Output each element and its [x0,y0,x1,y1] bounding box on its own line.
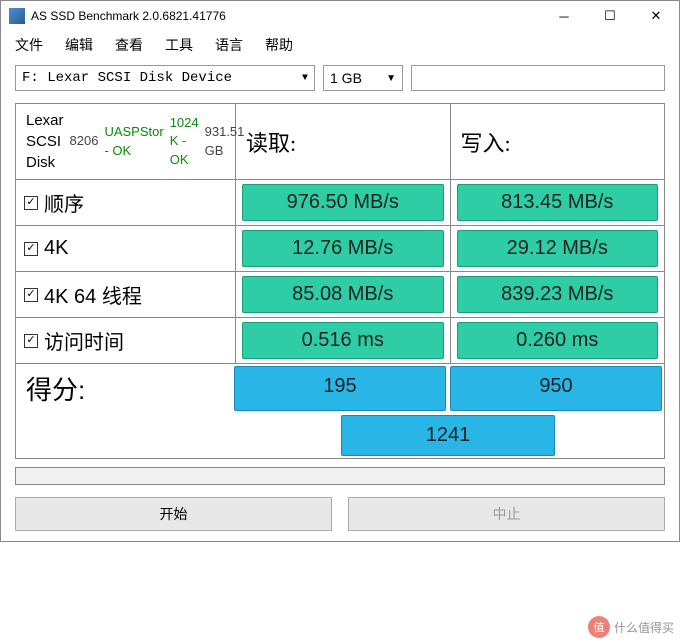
menu-tools[interactable]: 工具 [165,35,193,55]
minimize-button[interactable]: ─ [541,1,587,31]
score-read: 195 [234,366,446,411]
test-label-cell: ✓ 访问时间 [16,318,236,363]
drive-name: Lexar SCSI Disk [26,110,64,173]
result-cell: 12.76 MB/s [236,226,451,271]
results-panel: Lexar SCSI Disk 8206 UASPStor - OK 1024 … [15,103,665,459]
toolbar-input[interactable] [411,65,665,91]
drive-info: Lexar SCSI Disk 8206 UASPStor - OK 1024 … [16,104,236,179]
test-row-4k: ✓ 4K 12.76 MB/s 29.12 MB/s [16,226,664,272]
window-controls: ─ ☐ ✕ [541,1,679,31]
watermark: 值 什么值得买 [588,616,674,638]
seq-write-result: 813.45 MB/s [457,184,659,221]
seq-read-result: 976.50 MB/s [242,184,444,221]
size-select-value: 1 GB [330,70,362,86]
chevron-down-icon: ▼ [386,73,396,84]
watermark-icon: 值 [588,616,610,638]
read-header-cell: 读取: [236,104,451,179]
result-cell: 976.50 MB/s [236,180,451,225]
4k-write-result: 29.12 MB/s [457,230,659,267]
menubar: 文件 编辑 查看 工具 语言 帮助 [1,31,679,59]
checkbox-seq[interactable]: ✓ [24,196,38,210]
chevron-down-icon: ▼ [302,73,308,84]
drive-select-value: F: Lexar SCSI Disk Device [22,70,232,86]
write-header-cell: 写入: [451,104,665,179]
read-header: 读取: [246,126,296,158]
result-cell: 839.23 MB/s [451,272,665,317]
write-header: 写入: [461,126,511,158]
test-access-label: 访问时间 [44,326,124,355]
driver-status: UASPStor - OK [104,123,163,159]
test-row-4k64: ✓ 4K 64 线程 85.08 MB/s 839.23 MB/s [16,272,664,318]
score-row: 得分: 195 950 1241 [16,364,664,458]
drive-model: 8206 [70,132,99,150]
menu-view[interactable]: 查看 [115,35,143,55]
start-button[interactable]: 开始 [15,497,332,531]
test-4k64-label: 4K 64 线程 [44,280,142,309]
drive-select[interactable]: F: Lexar SCSI Disk Device ▼ [15,65,315,91]
button-bar: 开始 中止 [1,493,679,541]
alignment-status: 1024 K - OK [170,114,199,169]
menu-edit[interactable]: 编辑 [65,35,93,55]
app-icon [9,8,25,24]
result-cell: 0.516 ms [236,318,451,363]
header-row: Lexar SCSI Disk 8206 UASPStor - OK 1024 … [16,104,664,180]
close-button[interactable]: ✕ [633,1,679,31]
result-cell: 0.260 ms [451,318,665,363]
test-label-cell: ✓ 4K [16,226,236,271]
size-select[interactable]: 1 GB ▼ [323,65,403,91]
score-label: 得分: [16,364,232,413]
test-label-cell: ✓ 顺序 [16,180,236,225]
menu-file[interactable]: 文件 [15,35,43,55]
watermark-text: 什么值得买 [614,619,674,636]
access-read-result: 0.516 ms [242,322,444,359]
checkbox-access[interactable]: ✓ [24,334,38,348]
test-4k-label: 4K [44,237,68,260]
test-row-seq: ✓ 顺序 976.50 MB/s 813.45 MB/s [16,180,664,226]
titlebar: AS SSD Benchmark 2.0.6821.41776 ─ ☐ ✕ [1,1,679,31]
menu-language[interactable]: 语言 [215,35,243,55]
checkbox-4k64[interactable]: ✓ [24,288,38,302]
abort-button: 中止 [348,497,665,531]
maximize-button[interactable]: ☐ [587,1,633,31]
4k64-read-result: 85.08 MB/s [242,276,444,313]
result-cell: 85.08 MB/s [236,272,451,317]
menu-help[interactable]: 帮助 [265,35,293,55]
score-write: 950 [450,366,662,411]
4k64-write-result: 839.23 MB/s [457,276,659,313]
checkbox-4k[interactable]: ✓ [24,242,38,256]
result-cell: 813.45 MB/s [451,180,665,225]
score-total-wrap: 1241 [16,413,664,458]
app-window: AS SSD Benchmark 2.0.6821.41776 ─ ☐ ✕ 文件… [0,0,680,542]
result-cell: 29.12 MB/s [451,226,665,271]
test-label-cell: ✓ 4K 64 线程 [16,272,236,317]
score-total: 1241 [341,415,555,456]
window-title: AS SSD Benchmark 2.0.6821.41776 [31,9,541,23]
access-write-result: 0.260 ms [457,322,659,359]
progress-bar [15,467,665,485]
test-row-access: ✓ 访问时间 0.516 ms 0.260 ms [16,318,664,364]
toolbar: F: Lexar SCSI Disk Device ▼ 1 GB ▼ [1,59,679,97]
test-seq-label: 顺序 [44,188,84,217]
4k-read-result: 12.76 MB/s [242,230,444,267]
